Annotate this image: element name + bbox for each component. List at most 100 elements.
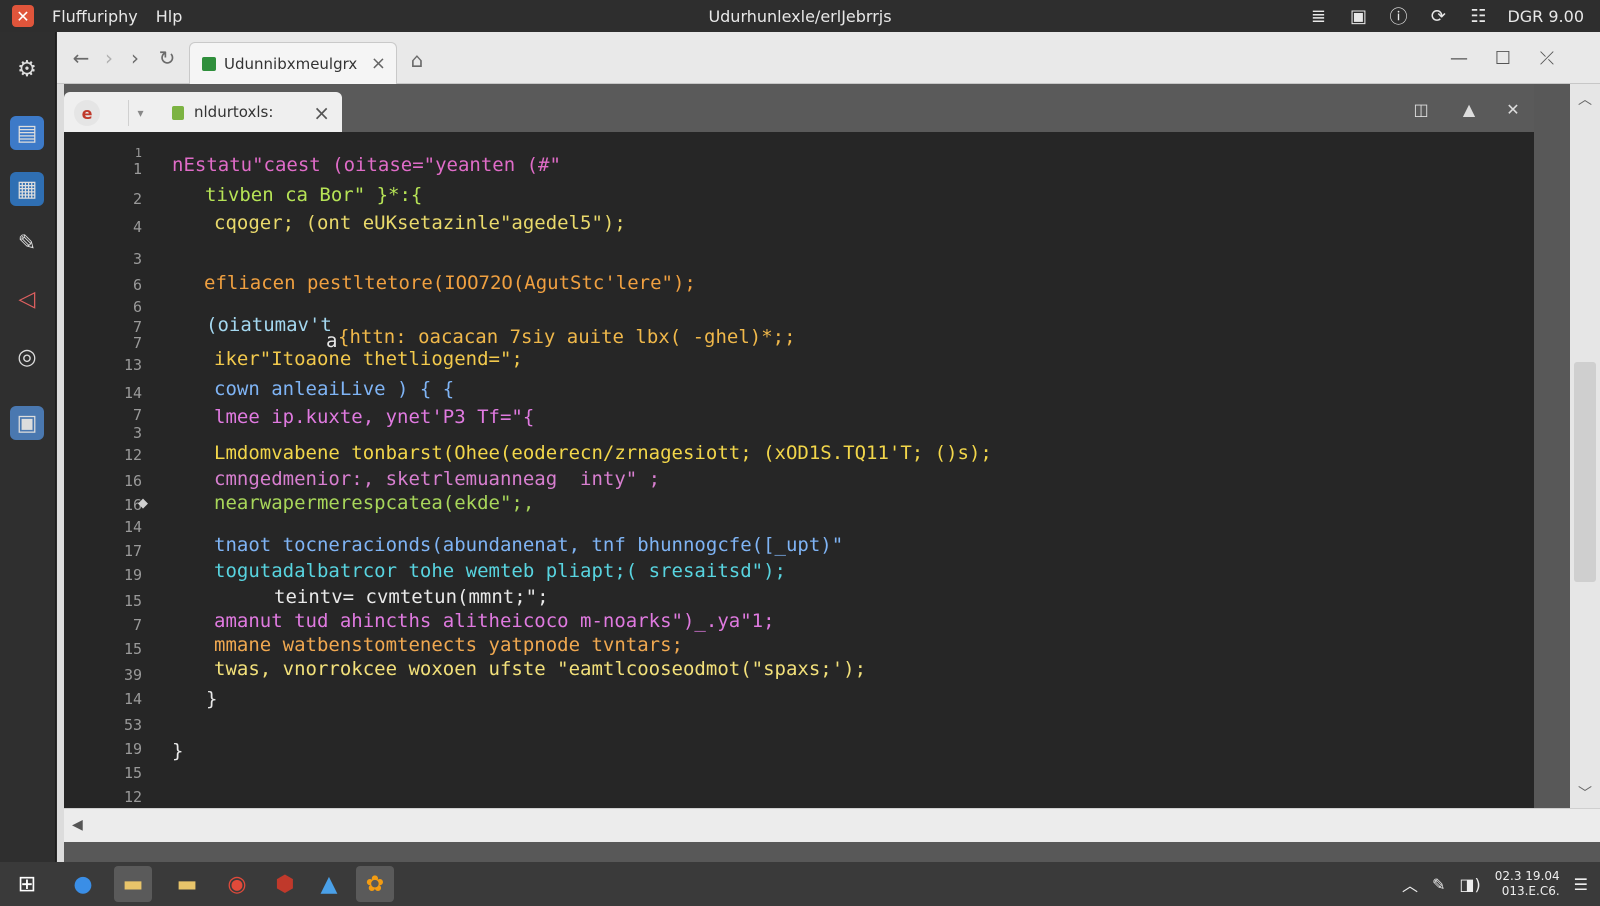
chevron-up-icon[interactable]: ︿ [1402,872,1418,896]
files-icon[interactable]: ▤ [10,116,44,150]
scrollbar-thumb[interactable] [1574,362,1596,582]
line-number: 12 [123,446,142,464]
taskbar: ⊞ ● ▬ ▬ ◉ ⬢ ▲ ✿ ︿ ✎ ◨) 02.3 19.04 013.E.… [0,862,1600,906]
close-window-icon[interactable]: ⤫ [1535,46,1559,70]
home-icon[interactable]: ⌂ [405,48,429,72]
code-line: (oiatumav't [206,314,332,336]
photos-app-icon[interactable]: ✿ [356,866,394,902]
top-menubar: ✕ Fluffuriphy Hlp Udurhunlexle/erlJebrrj… [0,0,1600,32]
chrome-icon[interactable]: ◉ [218,866,256,902]
code-line: } [172,740,184,762]
maximize-icon[interactable]: ☐ [1491,46,1515,70]
line-number: 3 [132,424,142,442]
close-tab-icon[interactable]: × [371,53,386,74]
line-number: 16 [123,472,142,490]
scroll-up-icon[interactable]: ︿ [1576,90,1594,108]
line-number: 19 [123,740,142,758]
vertical-scrollbar[interactable]: ︿ ﹀ [1570,84,1600,808]
split-view-icon[interactable]: ◫ [1410,98,1432,120]
close-editor-icon[interactable]: ✕ [1502,98,1524,120]
pen-icon[interactable]: ✎ [1432,875,1445,894]
horizontal-scrollbar[interactable]: ◀ [64,808,1600,842]
volume-icon[interactable]: ◨) [1459,875,1480,894]
browser-window: ← › › ↻ Udunnibxmeulgrx × ⌂ — ☐ ⤫ e ▾ nl… [57,32,1600,862]
clock-date: 013.E.C6. [1501,884,1560,898]
system-tray: ︿ ✎ ◨) 02.3 19.04 013.E.C6. ☰ [1402,862,1588,906]
monitor-icon[interactable]: ▣ [10,406,44,440]
code-line: nEstatu"caest (oitase="yeanten (#" [172,154,561,176]
tab-favicon-icon [202,56,216,71]
clock-time: 02.3 19.04 [1494,869,1560,883]
image-view-icon[interactable]: ▲ [1458,98,1480,120]
line-number: 19 [123,566,142,584]
line-number: 7 [132,406,142,424]
line-number: 3 [132,250,142,268]
chevron-down-icon[interactable]: ▾ [128,100,152,126]
code-line: iker"Itoaone thetliogend="; [214,348,523,370]
folder-icon[interactable]: ▬ [168,866,206,902]
gear-icon[interactable]: ⚙ [10,52,44,86]
line-number: 7 [132,334,142,352]
line-number: 39 [123,666,142,684]
code-line: cown anleaiLive ) { { [214,378,455,400]
breakpoint-marker-icon[interactable]: ◆ [138,496,148,511]
chevron-right-icon[interactable]: › [123,46,147,70]
system-clock[interactable]: 02.3 19.04 013.E.C6. [1495,869,1560,899]
browser-tab[interactable]: Udunnibxmeulgrx × [189,42,397,84]
back-arrow-icon[interactable]: ← [69,46,93,70]
line-number: 6 [132,298,142,316]
list-icon[interactable]: ☷ [1467,6,1489,27]
brush-icon[interactable]: ✎ [10,226,44,260]
code-line: nearwapermerespcatea(ekde";, [214,492,535,514]
editor-frame: e ▾ nldurtoxls: × ◫ ▲ ✕ 1 1 2 4 3 6 6 7 … [64,84,1600,862]
editor-back-icon[interactable]: e [74,100,100,126]
scroll-down-icon[interactable]: ﹀ [1576,784,1594,802]
scroll-left-icon[interactable]: ◀ [72,817,83,833]
code-editor[interactable]: 1 1 2 4 3 6 6 7 7 13 14 7 3 12 16 16 14 … [64,132,1534,808]
minimize-icon[interactable]: — [1447,46,1471,70]
line-number: 15 [123,764,142,782]
sync-icon[interactable]: ⟳ [1427,6,1449,27]
code-line: Lmdomvabene tonbarst(Ohee(eoderecn/zrnag… [214,442,992,464]
close-editor-tab-icon[interactable]: × [313,101,330,125]
code-line: mmane watbenstomtenects yatpnode tvntars… [214,634,683,656]
browser-icon[interactable]: ● [64,866,102,902]
notifications-icon[interactable]: ☰ [1574,875,1588,894]
editor-tabbar: e ▾ nldurtoxls: × ◫ ▲ ✕ [64,84,1534,134]
editor-tab[interactable]: e ▾ nldurtoxls: × [64,92,342,134]
code-line: cqoger; (ont eUKsetazinle"agedel5"); [214,212,626,234]
line-number: 13 [123,356,142,374]
windows-start-icon[interactable]: ⊞ [8,866,46,902]
vector-icon[interactable]: ◁ [10,282,44,316]
menu-help[interactable]: Hlp [156,7,183,26]
camera-icon[interactable]: ◎ [10,340,44,374]
line-number: 14 [123,690,142,708]
line-number: 1 [134,146,142,160]
code-line: tivben ca Bor" }*:{ [205,184,423,206]
line-number: 16 [123,496,142,514]
line-number-gutter: 1 1 2 4 3 6 6 7 7 13 14 7 3 12 16 16 14 … [64,132,154,808]
folder-icon[interactable]: ▦ [10,172,44,206]
code-line: cmngedmenior:, sketrlemuanneag inty" ; [214,468,661,490]
menubar-tray: ≣ ▣ ⓘ ⟳ ☷ DGR 9.00 [1307,0,1584,32]
file-icon [172,106,184,120]
chat-icon[interactable]: ▣ [1347,6,1369,27]
line-number: 6 [132,276,142,294]
info-icon[interactable]: ⓘ [1387,6,1409,28]
forward-arrow-icon[interactable]: › [97,46,121,70]
code-line: {httn: oacacan 7siy auite lbx( -ghel)*;; [338,326,796,348]
menu-app-name[interactable]: Fluffuriphy [52,7,138,26]
code-line: teintv= cvmtetun(mmnt;"; [274,586,549,608]
reload-icon[interactable]: ↻ [155,46,179,70]
line-number: 4 [132,218,142,236]
shield-app-icon[interactable]: ⬢ [266,866,304,902]
app-logo-icon[interactable]: ✕ [12,5,34,27]
code-line: tnaot tocneracionds(abundanenat, tnf bhu… [214,534,844,556]
line-number: 17 [123,542,142,560]
file-explorer-icon[interactable]: ▬ [114,866,152,902]
code-line: lmee ip.kuxte, ynet'P3 Tf="{ [214,406,535,428]
line-number: 15 [123,592,142,610]
line-number: 12 [123,788,142,806]
sliders-icon[interactable]: ≣ [1307,6,1329,27]
store-icon[interactable]: ▲ [310,866,348,902]
